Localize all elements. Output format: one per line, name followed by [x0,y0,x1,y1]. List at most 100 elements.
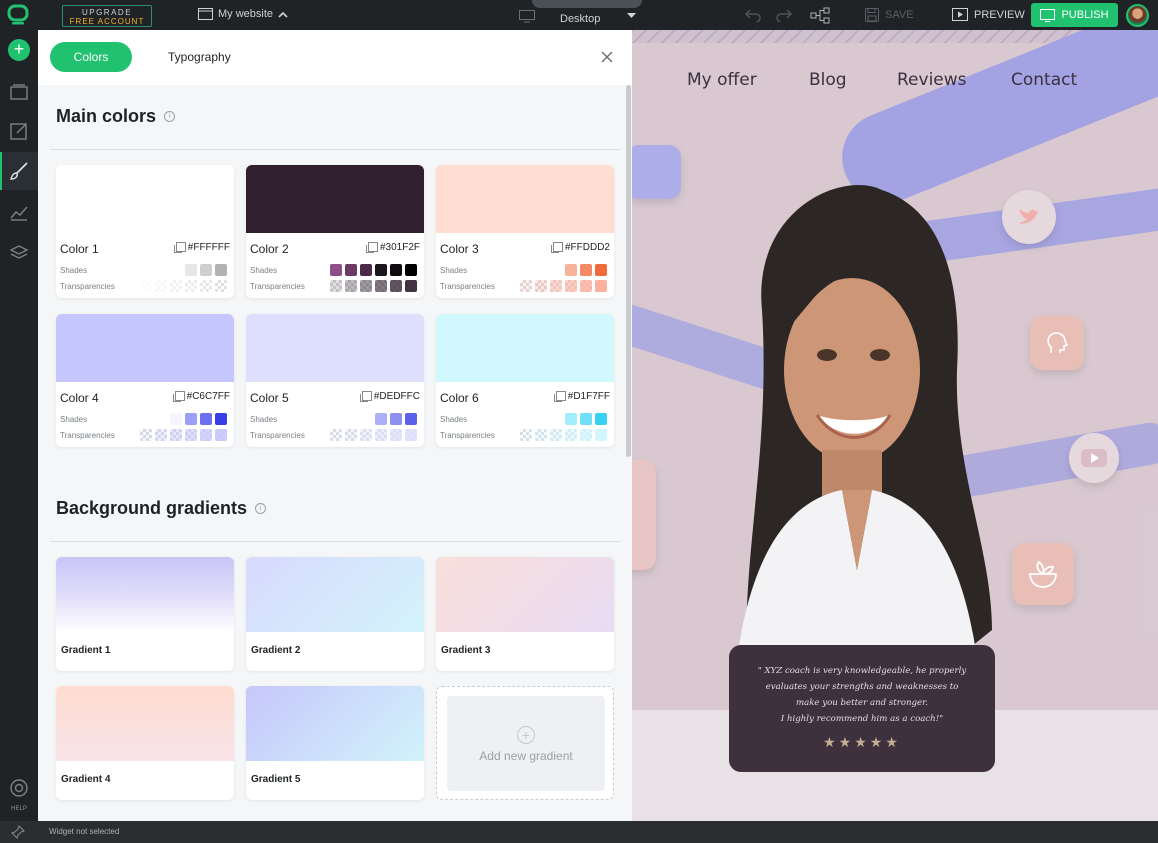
transparency-swatch[interactable] [405,429,417,441]
undo-icon[interactable] [744,8,762,22]
edit-icon[interactable] [9,121,29,141]
sitemap-icon[interactable] [810,7,830,24]
color-hex-value[interactable]: #DEDFFC [359,391,420,402]
color-hex-value[interactable]: #FFFFFF [173,242,230,253]
site-preview-canvas[interactable]: My offer Blog Reviews Contact " XYZ coac… [632,30,1158,821]
color-hex-value[interactable]: #D1F7FF [553,391,610,402]
transparency-swatch[interactable] [140,429,152,441]
shade-swatch[interactable] [345,264,357,276]
shade-swatch[interactable] [595,413,607,425]
layers-icon[interactable] [9,243,29,263]
transparency-swatch[interactable] [565,429,577,441]
website-selector[interactable]: My website [198,8,288,20]
shade-swatch[interactable] [405,264,417,276]
transparency-swatch[interactable] [155,280,167,292]
transparency-swatch[interactable] [390,429,402,441]
publish-button[interactable]: PUBLISH [1031,3,1118,27]
shade-swatch[interactable] [170,413,182,425]
gradient-swatch[interactable] [56,686,234,761]
shade-swatch[interactable] [200,413,212,425]
transparency-swatch[interactable] [215,280,227,292]
gradient-swatch[interactable] [246,557,424,632]
shade-swatch[interactable] [330,264,342,276]
transparency-swatch[interactable] [405,280,417,292]
shade-swatch[interactable] [580,413,592,425]
shade-swatch[interactable] [565,413,577,425]
transparency-swatch[interactable] [535,280,547,292]
transparency-swatch[interactable] [520,280,532,292]
gradient-card[interactable]: Gradient 2 [246,557,424,671]
transparency-swatch[interactable] [215,429,227,441]
close-icon[interactable] [600,50,614,64]
info-icon[interactable]: i [255,503,267,514]
shade-swatch[interactable] [390,264,402,276]
shade-swatch[interactable] [565,264,577,276]
copy-icon[interactable] [365,242,378,253]
copy-icon[interactable] [550,242,563,253]
design-brush-icon[interactable] [9,161,29,181]
tab-colors[interactable]: Colors [50,42,132,72]
tab-typography[interactable]: Typography [168,50,231,64]
transparency-swatch[interactable] [390,280,402,292]
transparency-swatch[interactable] [360,280,372,292]
copy-icon[interactable] [553,391,566,402]
info-icon[interactable]: i [164,111,176,122]
upgrade-button[interactable]: UPGRADE FREE ACCOUNT [62,5,152,27]
shade-swatch[interactable] [405,413,417,425]
color-swatch[interactable] [436,165,614,233]
transparency-swatch[interactable] [200,429,212,441]
add-new-gradient-button[interactable]: + Add new gradient [436,686,614,800]
user-avatar[interactable] [1126,4,1149,27]
color-card[interactable]: Color 3 #FFDDD2 Shades Transparencies [436,165,614,298]
transparency-swatch[interactable] [375,280,387,292]
transparency-swatch[interactable] [595,429,607,441]
shade-swatch[interactable] [390,413,402,425]
gradient-card[interactable]: Gradient 5 [246,686,424,800]
copy-icon[interactable] [173,242,186,253]
color-card[interactable]: Color 1 #FFFFFF Shades Transparencies [56,165,234,298]
transparency-swatch[interactable] [200,280,212,292]
panel-scrollbar[interactable] [626,85,631,457]
transparency-swatch[interactable] [345,280,357,292]
transparency-swatch[interactable] [580,429,592,441]
transparency-swatch[interactable] [360,429,372,441]
shade-swatch[interactable] [595,264,607,276]
transparency-swatch[interactable] [330,280,342,292]
gradient-card[interactable]: Gradient 3 [436,557,614,671]
redo-icon[interactable] [775,8,793,22]
statistics-icon[interactable] [9,202,29,222]
gradient-swatch[interactable] [56,557,234,632]
help-lifebuoy-icon[interactable] [9,778,29,798]
transparency-swatch[interactable] [185,280,197,292]
add-widget-button[interactable]: + [8,39,30,61]
shade-swatch[interactable] [185,413,197,425]
shade-swatch[interactable] [580,264,592,276]
save-button[interactable]: SAVE [865,8,914,22]
transparency-swatch[interactable] [520,429,532,441]
transparency-swatch[interactable] [185,429,197,441]
shade-swatch[interactable] [375,264,387,276]
transparency-swatch[interactable] [550,429,562,441]
gradient-swatch[interactable] [246,686,424,761]
transparency-swatch[interactable] [155,429,167,441]
pages-icon[interactable] [9,82,29,102]
transparency-swatch[interactable] [580,280,592,292]
transparency-swatch[interactable] [140,280,152,292]
color-card[interactable]: Color 6 #D1F7FF Shades Transparencies [436,314,614,447]
color-hex-value[interactable]: #301F2F [365,242,420,253]
gradient-card[interactable]: Gradient 1 [56,557,234,671]
color-card[interactable]: Color 2 #301F2F Shades Transparencies [246,165,424,298]
shade-swatch[interactable] [375,413,387,425]
shade-swatch[interactable] [185,264,197,276]
copy-icon[interactable] [359,391,372,402]
transparency-swatch[interactable] [565,280,577,292]
transparency-swatch[interactable] [345,429,357,441]
gradient-swatch[interactable] [436,557,614,632]
shade-swatch[interactable] [200,264,212,276]
transparency-swatch[interactable] [170,280,182,292]
color-hex-value[interactable]: #C6C7FF [172,391,230,402]
color-swatch[interactable] [436,314,614,382]
transparency-swatch[interactable] [535,429,547,441]
pin-icon[interactable] [11,825,25,839]
transparency-swatch[interactable] [170,429,182,441]
